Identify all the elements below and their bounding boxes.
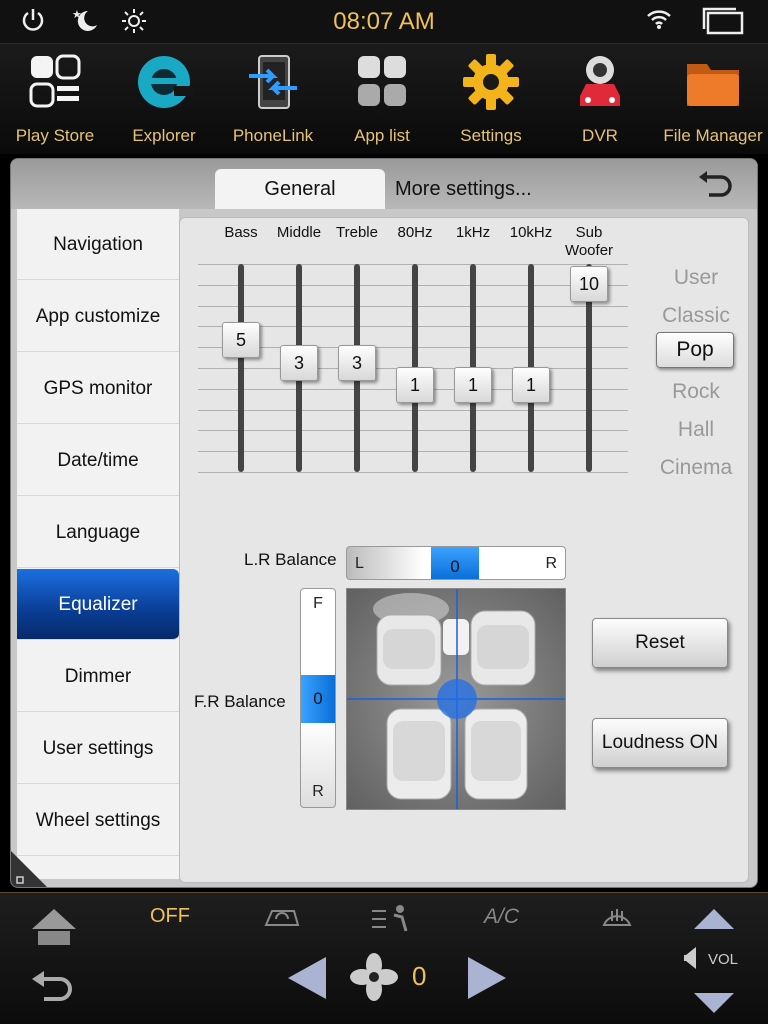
rear-defrost-icon[interactable]: [602, 905, 632, 934]
menu-item-equalizer[interactable]: Equalizer: [17, 569, 179, 640]
app-file-manager[interactable]: File Manager: [658, 44, 768, 154]
menu-item-gps-monitor[interactable]: GPS monitor: [17, 353, 179, 424]
gear-icon: [461, 52, 521, 112]
volume-down-icon[interactable]: [692, 991, 736, 1022]
preset-hall[interactable]: Hall: [654, 414, 738, 446]
eq-band-label: Bass: [224, 224, 258, 241]
app-list-icon: [352, 52, 412, 112]
back-arrow-icon[interactable]: [28, 971, 76, 1012]
ac-label[interactable]: A/C: [484, 905, 519, 929]
app-play-store[interactable]: Play Store: [0, 44, 110, 154]
menu-item-user-settings[interactable]: User settings: [17, 713, 179, 784]
eq-slider-knob[interactable]: 1: [454, 366, 492, 403]
preset-user[interactable]: User: [654, 262, 738, 294]
preset-cinema[interactable]: Cinema: [654, 452, 738, 484]
eq-band-label: 1kHz: [455, 224, 491, 241]
app-settings[interactable]: Settings: [436, 44, 546, 154]
lr-left-label: L: [355, 555, 364, 572]
eq-slider-knob[interactable]: 3: [338, 344, 376, 381]
preset-rock[interactable]: Rock: [654, 376, 738, 408]
reset-button[interactable]: Reset: [592, 618, 728, 668]
air-recirculation-icon[interactable]: [262, 905, 302, 936]
phonelink-icon: [243, 52, 303, 112]
fan-increase-icon[interactable]: [466, 955, 508, 1006]
fr-front-label: F: [313, 595, 323, 612]
back-icon[interactable]: [695, 169, 735, 201]
window-icon[interactable]: [702, 7, 744, 42]
eq-band-label: Sub Woofer: [564, 224, 614, 259]
eq-slider-track[interactable]: [238, 264, 244, 472]
app-phonelink[interactable]: PhoneLink: [218, 44, 328, 154]
browser-icon: [134, 52, 194, 112]
app-label: File Manager: [663, 126, 763, 145]
eq-grid-line: [198, 472, 628, 473]
menu-item-app-customize[interactable]: App customize: [17, 281, 179, 352]
equalizer-content: Bass 5 Middle 3 Treble 3 80Hz 1 1kHz 1 10kHz 1 Sub W…: [179, 217, 749, 883]
fan-decrease-icon[interactable]: [286, 955, 328, 1006]
settings-panel: General More settings... Navigation App …: [10, 158, 758, 888]
eq-band-label: Treble: [336, 224, 378, 241]
seat-airflow-icon[interactable]: [370, 903, 416, 938]
app-bar: Play Store Explorer PhoneLink App list S…: [0, 44, 768, 154]
volume-up-icon[interactable]: [692, 905, 736, 936]
eq-slider-knob[interactable]: 3: [280, 344, 318, 381]
preset-classic[interactable]: Classic: [654, 300, 738, 332]
menu-item-wheel-settings[interactable]: Wheel settings: [17, 785, 179, 856]
app-explorer[interactable]: Explorer: [109, 44, 219, 154]
eq-band-label: Middle: [276, 224, 322, 241]
fan-icon: [350, 953, 398, 1006]
menu-item-navigation[interactable]: Navigation: [17, 209, 179, 280]
lr-right-label: R: [545, 555, 557, 572]
speaker-icon: [684, 947, 698, 974]
menu-item-dimmer[interactable]: Dimmer: [17, 641, 179, 712]
resize-corner-icon: [11, 851, 47, 887]
bottom-control-bar: OFF A/C 0 VOL: [0, 892, 768, 1024]
fan-speed-value: 0: [412, 961, 427, 991]
tab-bar: General More settings...: [11, 159, 757, 209]
menu-item-language[interactable]: Language: [17, 497, 179, 568]
tab-general[interactable]: General: [215, 169, 385, 209]
balance-point[interactable]: [437, 679, 477, 719]
app-dvr[interactable]: DVR: [545, 44, 655, 154]
eq-band-label: 10kHz: [509, 224, 553, 241]
dvr-icon: [570, 52, 630, 112]
fr-balance-slider[interactable]: F 0 R: [300, 588, 336, 808]
preset-pop[interactable]: Pop: [656, 332, 734, 368]
fr-rear-label: R: [312, 783, 324, 800]
menu-item-date-time[interactable]: Date/time: [17, 425, 179, 496]
fr-balance-knob[interactable]: 0: [301, 675, 335, 723]
lr-balance-label: L.R Balance: [244, 550, 337, 569]
eq-slider-knob[interactable]: 1: [512, 366, 550, 403]
app-label: DVR: [582, 126, 618, 145]
tab-more-settings[interactable]: More settings...: [395, 169, 585, 209]
lr-balance-slider[interactable]: L 0 R: [346, 546, 566, 580]
wifi-icon: [646, 7, 672, 38]
eq-slider-knob[interactable]: 5: [222, 322, 260, 359]
home-icon[interactable]: [28, 907, 80, 952]
app-app-list[interactable]: App list: [327, 44, 437, 154]
loudness-button[interactable]: Loudness ON: [592, 718, 728, 768]
folder-icon: [683, 52, 743, 112]
fr-balance-label: F.R Balance: [194, 692, 286, 711]
lr-balance-knob[interactable]: 0: [431, 547, 479, 579]
ac-off-label[interactable]: OFF: [150, 905, 190, 928]
eq-slider-knob[interactable]: 1: [396, 366, 434, 403]
settings-menu: Navigation App customize GPS monitor Dat…: [17, 209, 179, 879]
status-bar: ★ 08:07 AM: [0, 0, 768, 44]
volume-label: VOL: [708, 951, 739, 968]
eq-band-label: 80Hz: [397, 224, 433, 241]
apps-grid-icon: [25, 52, 85, 112]
eq-slider-knob[interactable]: 10: [570, 266, 608, 303]
seat-balance-map[interactable]: [346, 588, 566, 810]
